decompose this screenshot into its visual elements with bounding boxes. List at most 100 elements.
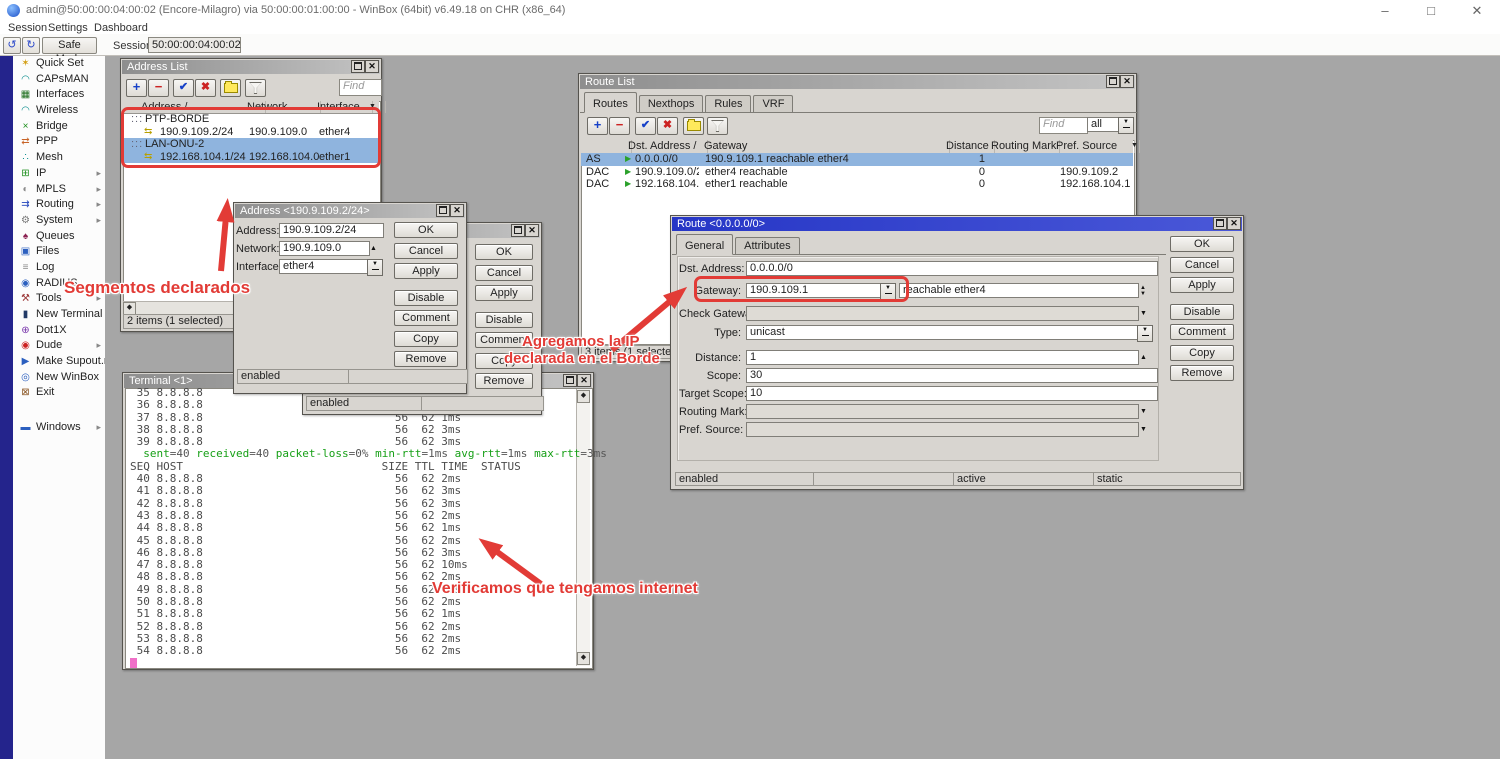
- cancel-button[interactable]: Cancel: [394, 243, 458, 259]
- remove-button[interactable]: Remove: [1170, 365, 1234, 381]
- find-input[interactable]: Find: [339, 79, 382, 96]
- filter-icon[interactable]: [245, 79, 266, 97]
- sidebar-item-routing[interactable]: ⇉Routing▸: [13, 197, 105, 213]
- sidebar-item-ip[interactable]: ⊞IP▸: [13, 166, 105, 182]
- apply-button[interactable]: Apply: [475, 285, 533, 301]
- route-list-titlebar[interactable]: Route List: [580, 75, 1135, 89]
- type-field[interactable]: unicast: [746, 325, 1139, 340]
- tab-nexthops[interactable]: Nexthops: [639, 95, 703, 112]
- disable-icon[interactable]: ✖: [657, 117, 678, 135]
- sidebar-item-new-winbox[interactable]: ◎New WinBox: [13, 370, 105, 386]
- column-routing-mark[interactable]: Routing Mark: [988, 140, 1060, 153]
- sidebar-item-wireless[interactable]: ◠Wireless: [13, 103, 105, 119]
- find-input[interactable]: Find: [1039, 117, 1088, 134]
- dst-address-field[interactable]: 0.0.0.0/0: [746, 261, 1158, 276]
- address-dialog-titlebar[interactable]: Address <190.9.109.2/24>: [235, 204, 465, 218]
- filter-icon[interactable]: [707, 117, 728, 135]
- comment-button[interactable]: Comment: [394, 310, 458, 326]
- minimize-button[interactable]: –: [1362, 0, 1408, 22]
- maximize-icon[interactable]: [351, 60, 365, 73]
- close-button[interactable]: ✕: [1454, 0, 1500, 22]
- sidebar-item-capsman[interactable]: ◠CAPsMAN: [13, 72, 105, 88]
- pref-source-field[interactable]: [746, 422, 1139, 437]
- tab-rules[interactable]: Rules: [705, 95, 751, 112]
- check-gateway-dropdown-icon[interactable]: ▼: [1140, 310, 1147, 317]
- collapse-up-icon[interactable]: ▲: [370, 245, 377, 252]
- check-gateway-field[interactable]: [746, 306, 1139, 321]
- table-row[interactable]: DAC▶190.9.109.0/24ether4 reachable0190.9…: [581, 166, 1133, 179]
- column-options-icon[interactable]: ▼: [1128, 140, 1140, 153]
- close-icon[interactable]: ✕: [450, 204, 464, 217]
- apply-button[interactable]: Apply: [394, 263, 458, 279]
- sidebar-item-log[interactable]: ≡Log: [13, 260, 105, 276]
- add-icon[interactable]: +: [126, 79, 147, 97]
- sidebar-item-mesh[interactable]: ∴Mesh: [13, 150, 105, 166]
- type-dropdown-icon[interactable]: ▼: [1137, 325, 1153, 342]
- maximize-icon[interactable]: [1106, 75, 1120, 88]
- pref-source-dropdown-icon[interactable]: ▼: [1140, 426, 1147, 433]
- sidebar-item-queues[interactable]: ♠Queues: [13, 229, 105, 245]
- target-scope-field[interactable]: 10: [746, 386, 1158, 401]
- distance-collapse-icon[interactable]: ▲: [1140, 354, 1147, 361]
- remove-button[interactable]: Remove: [394, 351, 458, 367]
- table-row[interactable]: AS▶0.0.0.0/0190.9.109.1 reachable ether4…: [581, 153, 1133, 166]
- menu-session[interactable]: Session: [8, 22, 47, 34]
- distance-field[interactable]: 1: [746, 350, 1139, 365]
- cancel-button[interactable]: Cancel: [1170, 257, 1234, 273]
- disable-icon[interactable]: ✖: [195, 79, 216, 97]
- close-icon[interactable]: ✕: [525, 224, 539, 237]
- ok-button[interactable]: OK: [1170, 236, 1234, 252]
- scope-field[interactable]: 30: [746, 368, 1158, 383]
- menu-settings[interactable]: Settings: [48, 22, 88, 34]
- filter-dropdown-icon[interactable]: ▼: [1118, 117, 1134, 134]
- cancel-button[interactable]: Cancel: [475, 265, 533, 281]
- tab-attributes[interactable]: Attributes: [735, 237, 799, 254]
- routing-mark-dropdown-icon[interactable]: ▼: [1140, 408, 1147, 415]
- maximize-icon[interactable]: [436, 204, 450, 217]
- address-list-titlebar[interactable]: Address List: [122, 60, 380, 74]
- sidebar-item-system[interactable]: ⚙System▸: [13, 213, 105, 229]
- column-pref-source[interactable]: Pref. Source: [1053, 140, 1135, 153]
- disable-button[interactable]: Disable: [394, 290, 458, 306]
- route-dialog-titlebar[interactable]: Route <0.0.0.0/0>: [672, 217, 1242, 231]
- sidebar-item-new-terminal[interactable]: ▮New Terminal: [13, 307, 105, 323]
- terminal-output[interactable]: 35 8.8.8.8 36 8.8.8.8 37 8.8.8.8 56 62 1…: [130, 387, 607, 670]
- gateway-spinner-icon[interactable]: ▲▼: [1140, 285, 1146, 297]
- menu-dashboard[interactable]: Dashboard: [94, 22, 148, 34]
- comment-icon[interactable]: [220, 79, 241, 97]
- restore-button[interactable]: □: [1408, 0, 1454, 22]
- interface-dropdown-icon[interactable]: ▼: [367, 259, 383, 276]
- filter-select[interactable]: all: [1087, 117, 1121, 132]
- sidebar-item-mpls[interactable]: ◐MPLS▸: [13, 182, 105, 198]
- close-icon[interactable]: ✕: [1120, 75, 1134, 88]
- maximize-icon[interactable]: [1213, 217, 1227, 230]
- remove-icon[interactable]: −: [609, 117, 630, 135]
- safe-mode-button[interactable]: Safe Mode: [42, 37, 97, 54]
- close-icon[interactable]: ✕: [1227, 217, 1241, 230]
- disable-button[interactable]: Disable: [475, 312, 533, 328]
- enable-icon[interactable]: ✔: [173, 79, 194, 97]
- add-icon[interactable]: +: [587, 117, 608, 135]
- sidebar-item-make-supout-rif[interactable]: ▶Make Supout.rif: [13, 354, 105, 370]
- close-icon[interactable]: ✕: [577, 374, 591, 387]
- column-gateway[interactable]: Gateway: [701, 140, 950, 153]
- tab-routes[interactable]: Routes: [584, 92, 637, 113]
- ok-button[interactable]: OK: [475, 244, 533, 260]
- session-value[interactable]: 50:00:00:04:00:02: [148, 37, 241, 53]
- sidebar-item-quick-set[interactable]: ✶Quick Set: [13, 56, 105, 72]
- copy-button[interactable]: Copy: [1170, 345, 1234, 361]
- column-dst-address[interactable]: Dst. Address /: [625, 140, 708, 153]
- table-row[interactable]: DAC▶192.168.104.0...ether1 reachable0192…: [581, 178, 1133, 191]
- disable-button[interactable]: Disable: [1170, 304, 1234, 320]
- interface-field[interactable]: ether4: [279, 259, 370, 274]
- close-icon[interactable]: ✕: [365, 60, 379, 73]
- maximize-icon[interactable]: [563, 374, 577, 387]
- maximize-icon[interactable]: [511, 224, 525, 237]
- copy-button[interactable]: Copy: [394, 331, 458, 347]
- remove-button[interactable]: Remove: [475, 373, 533, 389]
- comment-button[interactable]: Comment: [1170, 324, 1234, 340]
- comment-icon[interactable]: [683, 117, 704, 135]
- enable-icon[interactable]: ✔: [635, 117, 656, 135]
- remove-icon[interactable]: −: [148, 79, 169, 97]
- tab-general[interactable]: General: [676, 234, 733, 255]
